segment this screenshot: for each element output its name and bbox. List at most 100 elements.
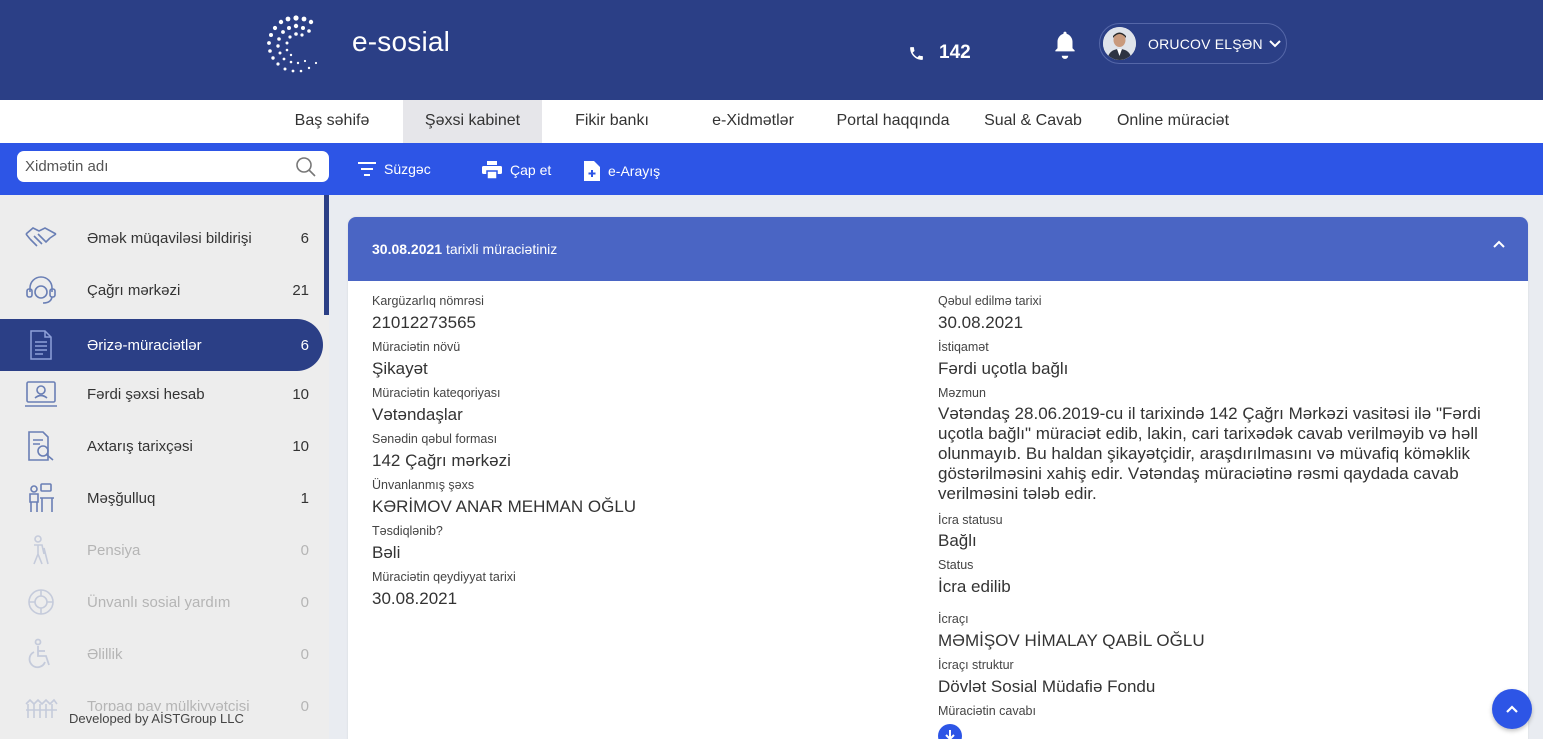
field-value-appeal-category: Vətəndaşlar [372,405,463,424]
field-label-appeal-category: Müraciətin kateqoriyası [372,386,501,400]
nav-home[interactable]: Baş səhifə [282,100,382,143]
field-value-executor: MƏMİŞOV HİMALAY QABİL OĞLU [938,631,1205,650]
search-icon[interactable] [295,156,317,178]
scroll-to-top-button[interactable] [1492,689,1532,729]
sidebar-item-call-center[interactable]: Çağrı mərkəzi 21 [0,264,323,316]
application-card: 30.08.2021 tarixli müraciətiniz Kargüzar… [348,217,1528,739]
sidebar-item-count: 6 [300,229,309,247]
nav-about-portal[interactable]: Portal haqqında [826,100,960,143]
sidebar-item-count: 10 [292,437,309,455]
search-history-icon [28,431,54,461]
field-value-status: İcra edilib [938,577,1011,596]
field-label-registry-number: Kargüzarlıq nömrəsi [372,294,484,308]
sidebar-item-employment[interactable]: Məşğulluq 1 [0,472,323,524]
document-add-icon [584,161,600,181]
service-search [17,151,329,182]
content-line: verilməsini tələb edir. [938,484,1097,503]
top-header: e-sosial 142 ORUCOV ELŞƏN [0,0,1543,100]
sidebar-item-label: Axtarış tarixçəsi [87,437,193,455]
sidebar-item-employment-contract[interactable]: Əmək müqaviləsi bildirişi 6 [0,212,323,264]
sidebar-item-label: Ünvanlı sosial yardım [87,593,231,611]
sidebar-item-social-aid[interactable]: Ünvanlı sosial yardım 0 [0,576,323,628]
pension-icon [33,535,49,565]
nav-e-services[interactable]: e-Xidmətlər [698,100,808,143]
developer-credit: Developed by AİSTGroup LLC [69,711,252,726]
sidebar-item-pension[interactable]: Pensiya 0 [0,524,323,576]
sidebar-item-count: 6 [300,336,309,354]
card-title-suffix: tarixli müraciətiniz [445,241,558,257]
filter-icon [358,162,376,176]
handshake-icon [25,227,57,247]
sidebar-item-label: Fərdi şəxsi hesab [87,385,205,403]
sidebar-item-count: 10 [292,385,309,403]
notification-bell-icon[interactable] [1052,30,1078,60]
field-value-intake-form: 142 Çağrı mərkəzi [372,451,511,470]
sidebar-item-search-history[interactable]: Axtarış tarixçəsi 10 [0,420,323,472]
field-label-confirmed: Təsdiqlənib? [372,524,443,538]
card-title: 30.08.2021 tarixli müraciətiniz [372,241,557,257]
field-label-addressee: Ünvanlanmış şəxs [372,478,475,492]
sidebar-item-applications[interactable]: Ərizə-müraciətlər 6 [0,319,323,371]
sidebar-item-count: 1 [300,489,309,507]
field-label-executor-structure: İcraçı struktur [938,658,1014,672]
certificate-label: e-Arayış [608,163,661,179]
field-value-registry-number: 21012273565 [372,313,477,332]
document-icon [30,330,52,360]
e-certificate-button[interactable]: e-Arayış [584,161,660,181]
sidebar-item-label: Əmək müqaviləsi bildirişi [87,229,252,247]
content-line: Vətəndaş 28.06.2019-cu il tarixində 142 … [938,404,1481,423]
sidebar: Əmək müqaviləsi bildirişi 6 Çağrı mərkəz… [0,195,329,739]
card-header[interactable]: 30.08.2021 tarixli müraciətiniz [348,217,1528,281]
field-label-accepted-date: Qəbul edilmə tarixi [938,294,1042,308]
employment-icon [29,483,54,512]
monitor-account-icon [25,381,57,407]
chevron-up-icon[interactable] [1492,239,1506,249]
content-line: uçotla bağlı" müraciət edib, lakin, cari… [938,424,1478,443]
field-label-executor: İcraçı [938,612,969,626]
nav-personal-cabinet[interactable]: Şəxsi kabinet [403,100,542,143]
sidebar-item-label: Məşğulluq [87,489,156,507]
content-line: olunmayıb. Bu haldan şikayətçidir, araşd… [938,444,1470,463]
field-label-appeal-type: Müraciətin növü [372,340,461,354]
field-label-intake-form: Sənədin qəbul forması [372,432,498,446]
field-value-exec-status: Bağlı [938,531,977,550]
logo-icon[interactable] [264,12,328,76]
wheelchair-icon [28,638,50,669]
sidebar-item-label: Əlillik [87,645,123,663]
field-value-direction: Fərdi uçotla bağlı [938,359,1069,378]
nav-idea-bank[interactable]: Fikir bankı [562,100,662,143]
username: ORUCOV ELŞƏN [1148,35,1263,52]
filter-button[interactable]: Süzgəc [358,161,431,177]
field-value-registration-date: 30.08.2021 [372,589,458,608]
sidebar-item-label: Pensiya [87,541,141,559]
field-value-executor-structure: Dövlət Sosial Müdafiə Fondu [938,677,1156,696]
sidebar-item-label: Ərizə-müraciətlər [87,336,202,354]
user-menu[interactable]: ORUCOV ELŞƏN [1099,23,1287,64]
hotline[interactable]: 142 [908,42,971,64]
sidebar-item-count: 0 [300,593,309,611]
field-label-direction: İstiqamət [938,340,989,354]
field-label-status: Status [938,558,974,572]
sidebar-item-disability[interactable]: Əlillik 0 [0,628,323,680]
sidebar-item-personal-account[interactable]: Fərdi şəxsi hesab 10 [0,368,323,420]
land-icon [25,698,58,718]
download-icon[interactable] [938,724,962,739]
printer-icon [482,161,502,179]
filter-label: Süzgəc [384,161,431,177]
chevron-down-icon [1269,39,1281,47]
nav-online-appeal[interactable]: Online müraciət [1104,100,1242,143]
brand-name[interactable]: e-sosial [352,26,450,58]
print-button[interactable]: Çap et [482,161,551,179]
chevron-up-icon [1506,705,1518,713]
sidebar-item-label: Çağrı mərkəzi [87,281,181,299]
avatar [1103,27,1136,60]
phone-icon [910,46,923,60]
field-label-registration-date: Müraciətin qeydiyyat tarixi [372,570,516,584]
sidebar-scrollbar[interactable] [324,195,329,315]
field-value-appeal-type: Şikayət [372,359,428,378]
field-value-confirmed: Bəli [372,543,401,562]
field-value-accepted-date: 30.08.2021 [938,313,1024,332]
toolbar: Süzgəc Çap et e-Arayış [0,143,1543,195]
nav-faq[interactable]: Sual & Cavab [974,100,1092,143]
search-input[interactable] [25,155,285,177]
